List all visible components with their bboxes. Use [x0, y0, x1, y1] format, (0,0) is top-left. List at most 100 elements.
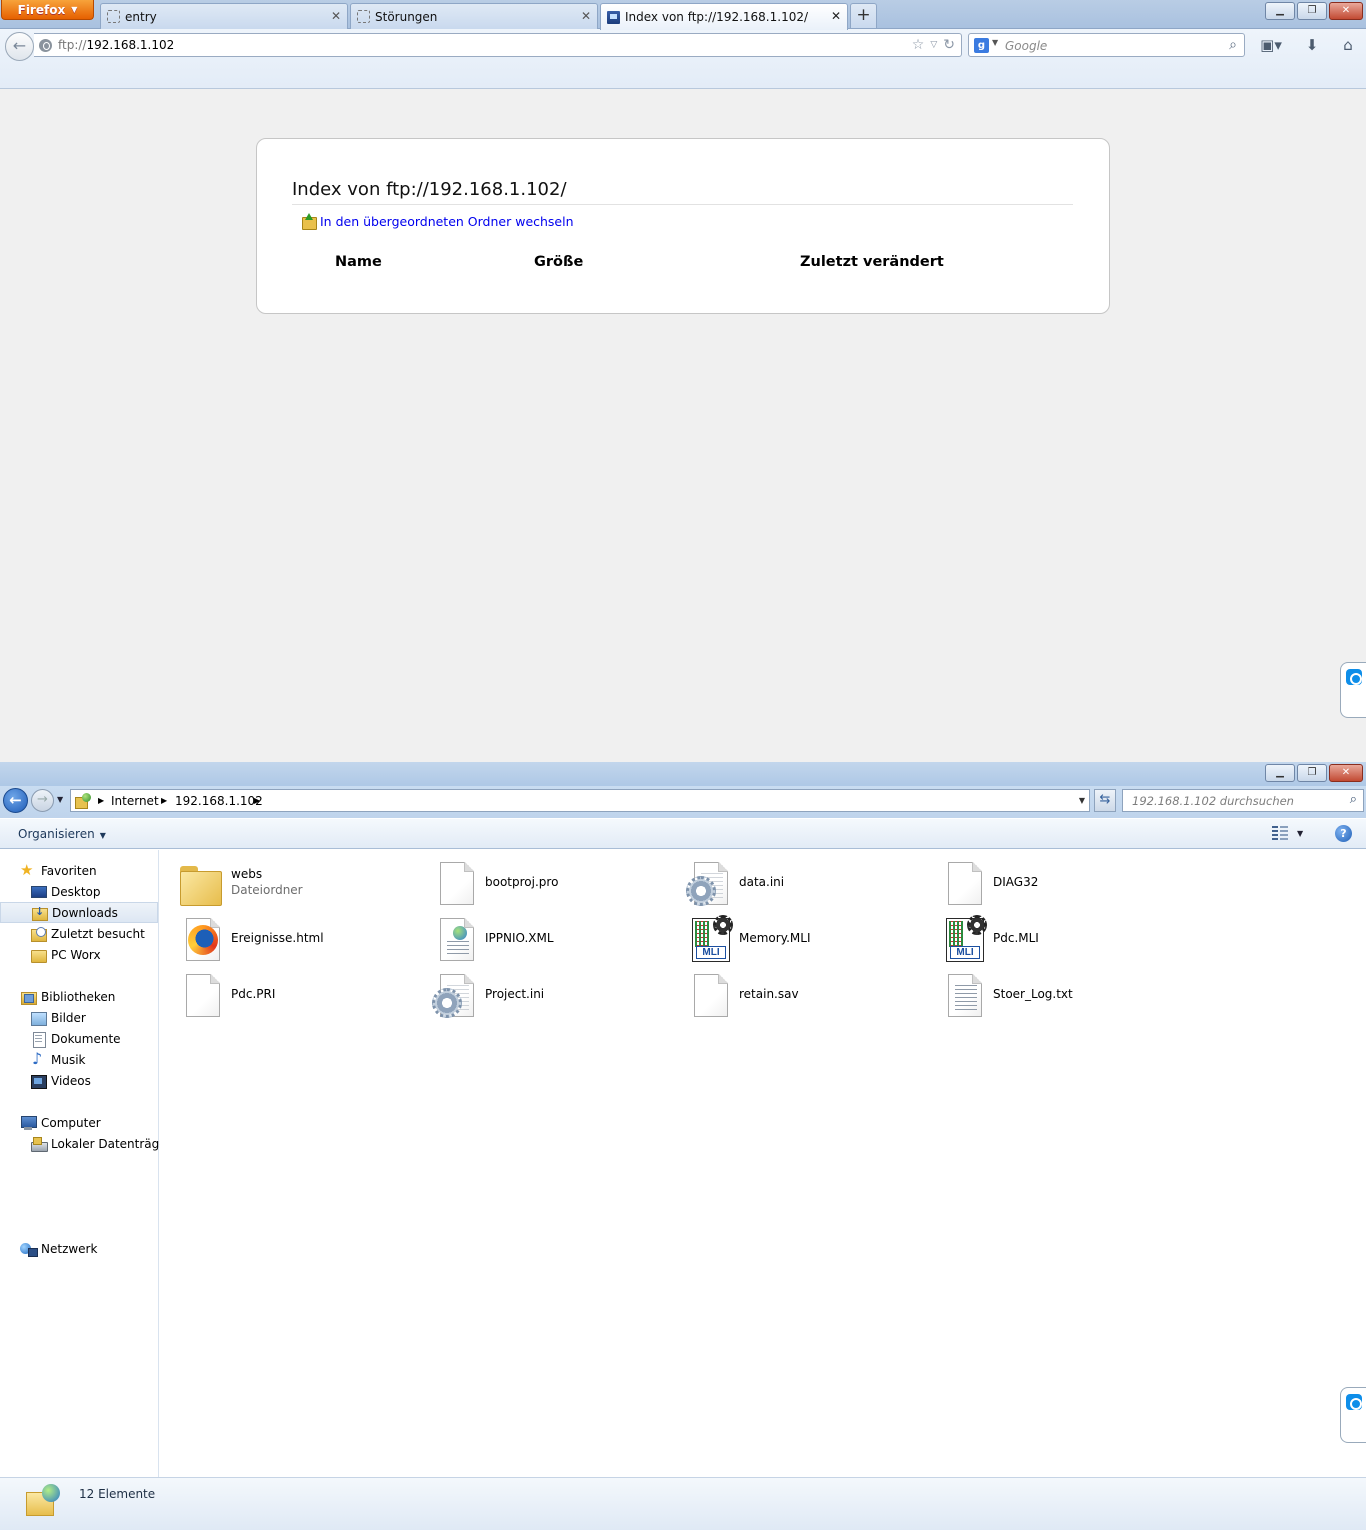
- file-item-pdc-mli[interactable]: MLI Pdc.MLI: [922, 912, 1172, 964]
- nav-music[interactable]: Musik: [0, 1049, 158, 1070]
- directory-listing: Index von ftp://192.168.1.102/ In den üb…: [256, 138, 1110, 314]
- nav-label: Desktop: [51, 884, 101, 899]
- tab-bar: Firefox ▼ entry ✕ Störungen ✕ Index von …: [0, 0, 1366, 30]
- minimize-button[interactable]: ▁: [1265, 2, 1295, 20]
- file-item-bootproj[interactable]: bootproj.pro: [414, 856, 664, 908]
- mli-badge: MLI: [696, 946, 726, 959]
- nav-downloads[interactable]: Downloads: [0, 902, 158, 923]
- column-modified[interactable]: Zuletzt verändert: [800, 254, 944, 270]
- teamviewer-panel-icon[interactable]: [1340, 1387, 1366, 1443]
- column-name[interactable]: Name: [335, 254, 382, 270]
- nav-favorites[interactable]: Favoriten: [0, 860, 158, 881]
- chevron-down-icon[interactable]: ▼: [1079, 796, 1085, 805]
- url-host: 192.168.1.102: [86, 38, 175, 52]
- back-button[interactable]: ←: [5, 32, 34, 61]
- hard-drive-icon: [30, 1136, 48, 1152]
- tab-entry[interactable]: entry ✕: [100, 3, 348, 29]
- recent-pages-dropdown-icon[interactable]: ▼: [57, 795, 63, 804]
- chevron-right-icon[interactable]: ▶: [161, 796, 167, 805]
- back-button[interactable]: ←: [3, 788, 28, 813]
- parent-folder-link[interactable]: In den übergeordneten Ordner wechseln: [320, 214, 574, 229]
- nav-libraries[interactable]: Bibliotheken: [0, 986, 158, 1007]
- window-controls: ▁ ❐ ✕: [1265, 2, 1363, 20]
- chevron-down-icon[interactable]: ▼: [992, 38, 998, 47]
- file-item-ippnio[interactable]: IPPNIO.XML: [414, 912, 664, 964]
- nav-local-disk[interactable]: Lokaler Datenträger: [0, 1133, 172, 1154]
- file-item-data-ini[interactable]: data.ini: [668, 856, 918, 908]
- restore-button[interactable]: ❐: [1297, 764, 1327, 782]
- close-icon[interactable]: ✕: [581, 9, 591, 23]
- ftp-site-icon: [607, 10, 620, 24]
- search-icon[interactable]: ⌕: [1350, 792, 1357, 807]
- search-bar[interactable]: g ▼ Google ⌕: [968, 33, 1245, 57]
- nav-documents[interactable]: Dokumente: [0, 1028, 158, 1049]
- computer-icon: [20, 1115, 37, 1131]
- chevron-down-icon: ▼: [99, 831, 106, 840]
- blank-file-icon: [686, 972, 732, 1018]
- url-bar-icons: ☆ ▽ ↻: [912, 37, 955, 54]
- site-identity-icon[interactable]: [39, 39, 52, 52]
- download-icon[interactable]: ⬇: [1301, 35, 1323, 55]
- nav-videos[interactable]: Videos: [0, 1070, 158, 1091]
- nav-desktop[interactable]: Desktop: [0, 881, 158, 902]
- close-window-button[interactable]: ✕: [1329, 2, 1363, 20]
- new-tab-button[interactable]: +: [850, 3, 877, 28]
- history-dropdown-icon[interactable]: ▽: [930, 37, 937, 54]
- google-engine-icon[interactable]: g: [974, 38, 989, 53]
- refresh-button[interactable]: ⇆: [1094, 789, 1116, 812]
- nav-recent[interactable]: Zuletzt besucht: [0, 923, 158, 944]
- organize-label: Organisieren: [18, 827, 95, 841]
- nav-pc-worx[interactable]: PC Worx: [0, 944, 158, 965]
- file-item-diag32[interactable]: DIAG32: [922, 856, 1172, 908]
- file-item-stoer-log[interactable]: Stoer_Log.txt: [922, 968, 1172, 1020]
- organize-button[interactable]: Organisieren ▼: [18, 827, 106, 841]
- breadcrumb-internet[interactable]: Internet: [111, 794, 159, 808]
- bookmark-star-icon[interactable]: ☆: [912, 37, 925, 54]
- file-item-webs[interactable]: webs Dateiordner: [160, 856, 410, 908]
- file-item-pdc-pri[interactable]: Pdc.PRI: [160, 968, 410, 1020]
- file-item-project-ini[interactable]: Project.ini: [414, 968, 664, 1020]
- chevron-down-icon: ▼: [71, 5, 78, 14]
- network-folder-icon: [24, 1484, 62, 1524]
- nav-network[interactable]: Netzwerk: [0, 1238, 158, 1259]
- file-item-memory-mli[interactable]: MLI Memory.MLI: [668, 912, 918, 964]
- file-item-ereignisse[interactable]: Ereignisse.html: [160, 912, 410, 964]
- folder-up-icon: [301, 213, 317, 230]
- chevron-right-icon[interactable]: ▶: [98, 796, 104, 805]
- home-icon[interactable]: ⌂: [1337, 35, 1359, 55]
- nav-pictures[interactable]: Bilder: [0, 1007, 158, 1028]
- nav-label: Computer: [41, 1115, 101, 1130]
- teamviewer-panel-icon[interactable]: [1340, 662, 1366, 718]
- file-name: Project.ini: [485, 987, 545, 1001]
- close-window-button[interactable]: ✕: [1329, 764, 1363, 782]
- column-size[interactable]: Größe: [534, 254, 583, 270]
- search-icon[interactable]: ⌕: [1229, 37, 1237, 53]
- search-input[interactable]: 192.168.1.102 durchsuchen ⌕: [1122, 789, 1364, 812]
- url-bar[interactable]: ftp://192.168.1.102 ☆ ▽ ↻: [34, 33, 962, 57]
- parent-folder-row: In den übergeordneten Ordner wechseln: [301, 213, 574, 230]
- tab-stoerungen[interactable]: Störungen ✕: [350, 3, 598, 29]
- chevron-down-icon[interactable]: ▼: [1297, 829, 1303, 838]
- nav-label: Musik: [51, 1052, 86, 1067]
- blank-file-icon: [432, 860, 478, 906]
- tab-ftp-index[interactable]: Index von ftp://192.168.1.102/ ✕: [600, 3, 848, 30]
- arrow-left-icon: ←: [9, 791, 22, 809]
- libraries-icon: [20, 989, 37, 1005]
- view-options-icon[interactable]: [1272, 826, 1288, 840]
- file-item-retain-sav[interactable]: retain.sav: [668, 968, 918, 1020]
- help-icon[interactable]: ?: [1335, 825, 1352, 842]
- firefox-menu-button[interactable]: Firefox ▼: [1, 0, 94, 20]
- restore-button[interactable]: ❐: [1297, 2, 1327, 20]
- reload-icon[interactable]: ↻: [943, 37, 955, 54]
- nav-computer[interactable]: Computer: [0, 1112, 158, 1133]
- minimize-button[interactable]: ▁: [1265, 764, 1295, 782]
- chevron-right-icon[interactable]: ▶: [254, 796, 260, 805]
- close-icon[interactable]: ✕: [331, 9, 341, 23]
- bookmarks-menu-icon[interactable]: ▣▾: [1256, 35, 1286, 55]
- documents-icon: [30, 1031, 46, 1048]
- forward-button[interactable]: →: [31, 789, 54, 812]
- breadcrumb-host[interactable]: 192.168.1.102: [175, 794, 263, 808]
- close-icon[interactable]: ✕: [831, 9, 841, 23]
- file-type: Dateiordner: [231, 883, 303, 897]
- address-bar[interactable]: ▶ Internet ▶ 192.168.1.102 ▶ ▼: [70, 789, 1090, 812]
